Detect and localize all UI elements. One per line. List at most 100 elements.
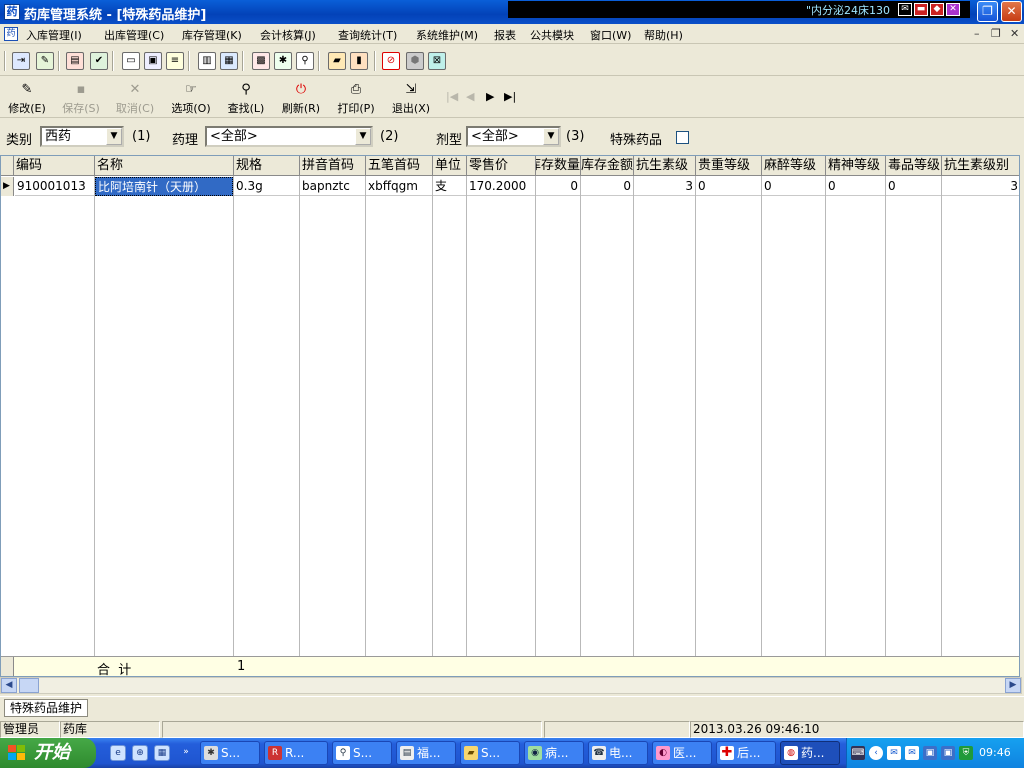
mail-icon[interactable]: ✉ [898, 3, 912, 16]
next-record-icon[interactable]: ▶ [486, 90, 494, 103]
mdi-minimize-icon[interactable]: – [974, 27, 980, 40]
column-header-pinyin[interactable]: 拼音首码 [300, 156, 366, 176]
title-bar[interactable]: 药 药库管理系统 - [特殊药品维护] "内分泌24床130 ✉ ▬ ◆ ✕ ❐… [0, 0, 1024, 24]
column-header-unit[interactable]: 单位 [433, 156, 467, 176]
tools-icon[interactable]: ✱ [274, 52, 292, 70]
start-button[interactable]: 开始 [0, 738, 96, 768]
previous-record-icon[interactable]: ◀ [466, 90, 474, 103]
column-header-valuable[interactable]: 贵重等级 [696, 156, 762, 176]
menu-window[interactable]: 窗口(W) [590, 27, 631, 43]
chevron-down-icon[interactable]: ▼ [355, 128, 371, 145]
task-button-6[interactable]: ◉ 病... [524, 741, 584, 765]
calculator-icon[interactable]: ▦ [154, 745, 170, 761]
app-icon[interactable]: 药 [4, 4, 20, 20]
gem-icon[interactable]: ⬢ [406, 52, 424, 70]
chevron-down-icon[interactable]: ▼ [106, 128, 122, 145]
first-record-icon[interactable]: |◀ [446, 90, 458, 103]
tab-special-drug-maintenance[interactable]: 特殊药品维护 [4, 699, 89, 717]
table-cell[interactable]: 0 [696, 177, 761, 196]
table-cell[interactable]: 0 [581, 177, 633, 196]
column-header-psychotropic[interactable]: 精神等级 [826, 156, 886, 176]
stop-icon[interactable]: ⊘ [382, 52, 400, 70]
find-button[interactable]: ⚲ 查找(L) [223, 82, 269, 116]
column-header-wubi[interactable]: 五笔首码 [366, 156, 433, 176]
task-button-2[interactable]: R R... [264, 741, 328, 765]
keyboard-icon[interactable]: ⌨ [851, 746, 865, 760]
menu-reports[interactable]: 报表 [494, 27, 516, 43]
dosage-select[interactable]: <全部> ▼ [466, 126, 561, 147]
network-icon[interactable]: ▣ [923, 746, 937, 760]
menu-public[interactable]: 公共模块 [530, 27, 574, 43]
print-button[interactable]: ⎙ 打印(P) [333, 82, 379, 116]
task-button-3[interactable]: ⚲ S... [332, 741, 392, 765]
envelope-icon[interactable]: ✉ [887, 746, 901, 760]
box-icon[interactable]: ⊠ [428, 52, 446, 70]
scroll-left-icon[interactable]: ◀ [1, 678, 17, 693]
menu-query[interactable]: 查询统计(T) [338, 27, 397, 43]
column-header-antibiotic[interactable]: 抗生素级 [634, 156, 696, 176]
clipboard-icon[interactable]: ▭ [122, 52, 140, 70]
shield-icon[interactable]: ⛨ [959, 746, 973, 760]
refresh-button[interactable]: ⏻ 刷新(R) [278, 82, 324, 116]
approve-icon[interactable]: ✎ [36, 52, 54, 70]
column-header-code[interactable]: 编码 [14, 156, 95, 176]
column-header-name[interactable]: 名称 [95, 156, 234, 176]
tray-expand-icon[interactable]: ‹ [869, 746, 883, 760]
pharmacology-select[interactable]: <全部> ▼ [205, 126, 373, 147]
scroll-right-icon[interactable]: ▶ [1005, 678, 1021, 693]
card-icon[interactable]: ▣ [144, 52, 162, 70]
network-icon-2[interactable]: ▣ [941, 746, 955, 760]
task-button-10[interactable]: ◍ 药... [780, 741, 840, 765]
mdi-restore-icon[interactable]: ❐ [991, 27, 1001, 40]
alert-icon[interactable]: ▬ [914, 3, 928, 16]
drug-grid[interactable]: 编码 名称 规格 拼音首码 五笔首码 单位 零售价 库存数量 库存金额 抗生素级… [0, 155, 1020, 677]
calendar-icon[interactable]: ▩ [252, 52, 270, 70]
thermometer-icon[interactable]: ▮ [350, 52, 368, 70]
modify-button[interactable]: ✎ 修改(E) [4, 82, 50, 116]
table-cell[interactable]: xbffqgm [366, 177, 432, 196]
column-header-antibiotic-level[interactable]: 抗生素级别 [942, 156, 1019, 176]
table-cell[interactable]: 910001013 [15, 177, 94, 196]
close-message-icon[interactable]: ✕ [946, 3, 960, 16]
table-cell[interactable]: 0 [886, 177, 941, 196]
scroll-thumb[interactable] [19, 678, 39, 693]
last-record-icon[interactable]: ▶| [504, 90, 516, 103]
column-header-spec[interactable]: 规格 [234, 156, 300, 176]
column-header-stock-qty[interactable]: 库存数量 [536, 156, 581, 176]
column-header-stock-amount[interactable]: 库存金额 [581, 156, 634, 176]
table-cell[interactable]: 170.2000 [467, 177, 535, 196]
report-icon[interactable]: ▥ [198, 52, 216, 70]
restore-button[interactable]: ❐ [977, 1, 998, 22]
options-button[interactable]: ☞ 选项(O) [168, 82, 214, 116]
notes-icon[interactable]: ≡ [166, 52, 184, 70]
category-select[interactable]: 西药 ▼ [40, 126, 124, 147]
task-button-7[interactable]: ☎ 电... [588, 741, 648, 765]
menu-accounting[interactable]: 会计核算(J) [260, 27, 316, 43]
menu-help[interactable]: 帮助(H) [644, 27, 683, 43]
table-cell[interactable]: 0 [826, 177, 885, 196]
quicklaunch-more-icon[interactable]: » [178, 745, 194, 761]
message-icon[interactable]: ◆ [930, 3, 944, 16]
task-button-8[interactable]: ◐ 医... [652, 741, 712, 765]
task-button-9[interactable]: ✚ 后... [716, 741, 776, 765]
table-cell[interactable]: 0 [536, 177, 580, 196]
save-button[interactable]: ▪ 保存(S) [58, 82, 104, 116]
task-button-4[interactable]: ▤ 福... [396, 741, 456, 765]
mdi-close-icon[interactable]: ✕ [1010, 27, 1019, 40]
table-cell[interactable]: bapnztc [300, 177, 365, 196]
browser-icon[interactable]: ⊕ [132, 745, 148, 761]
document-menu-icon[interactable]: 药 [4, 27, 18, 41]
task-button-1[interactable]: ✱ S... [200, 741, 260, 765]
menu-inventory[interactable]: 库存管理(K) [182, 27, 242, 43]
close-button[interactable]: ✕ [1001, 1, 1022, 22]
table-cell-selected[interactable]: 比阿培南针（天册） [95, 177, 233, 196]
table-icon[interactable]: ▦ [220, 52, 238, 70]
envelope-icon-2[interactable]: ✉ [905, 746, 919, 760]
row-indicator[interactable]: ▶ [1, 177, 14, 196]
special-drug-checkbox[interactable] [676, 131, 689, 144]
menu-stock-in[interactable]: 入库管理(I) [26, 27, 82, 43]
chevron-down-icon[interactable]: ▼ [543, 128, 559, 145]
login-icon[interactable]: ⇥ [12, 52, 30, 70]
column-header-toxic[interactable]: 毒品等级 [886, 156, 942, 176]
check-icon[interactable]: ✔ [90, 52, 108, 70]
